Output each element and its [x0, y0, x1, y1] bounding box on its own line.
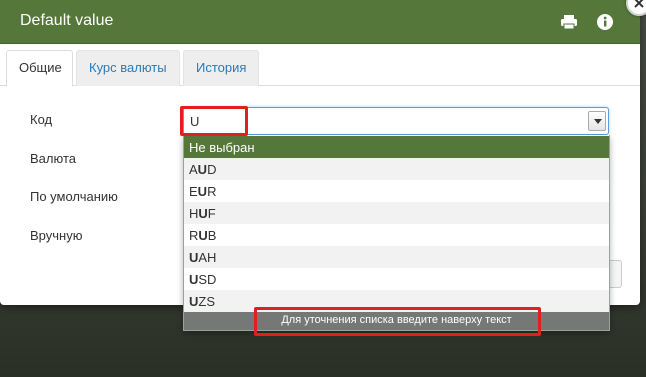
option-match: U [189, 272, 199, 287]
option-huf[interactable]: HUF [184, 202, 609, 224]
currency-label: Валюта [30, 151, 76, 166]
option-eur[interactable]: EUR [184, 180, 609, 202]
option-match: U [198, 206, 208, 221]
default-label: По умолчанию [30, 189, 118, 204]
tab-bar: Общие Курс валюты История [0, 44, 640, 87]
option-match: U [189, 294, 199, 309]
option-post: R [207, 184, 217, 199]
tab-general[interactable]: Общие [6, 50, 73, 87]
option-usd[interactable]: USD [184, 268, 609, 290]
option-aud[interactable]: AUD [184, 158, 609, 180]
option-not-selected[interactable]: Не выбран [184, 136, 609, 158]
option-text: Не выбран [189, 140, 255, 155]
dialog-header: Default value [0, 0, 640, 44]
option-pre: A [189, 162, 198, 177]
option-uah[interactable]: UAH [184, 246, 609, 268]
code-dropdown-list: Не выбран AUD EUR HUF RUB UAH USD UZS Дл… [183, 135, 610, 331]
option-post: F [207, 206, 216, 221]
chevron-down-icon[interactable] [588, 111, 606, 131]
dialog-title: Default value [20, 12, 114, 29]
option-pre: H [189, 206, 199, 221]
tab-history[interactable]: История [183, 50, 259, 86]
highlight-box-hint [254, 307, 541, 336]
option-post: ZS [198, 294, 216, 309]
option-match: U [197, 162, 208, 177]
option-post: SD [198, 272, 217, 287]
option-rub[interactable]: RUB [184, 224, 609, 246]
tab-exchange-rate[interactable]: Курс валюты [76, 50, 180, 86]
option-match: U [197, 184, 208, 199]
print-icon[interactable] [560, 13, 578, 31]
option-match: U [198, 228, 208, 243]
option-post: B [207, 228, 217, 243]
option-pre: R [189, 228, 199, 243]
option-pre: E [189, 184, 198, 199]
highlight-box-input [180, 106, 248, 136]
manual-label: Вручную [30, 228, 83, 243]
option-match: U [189, 250, 199, 265]
option-post: AH [198, 250, 217, 265]
code-label: Код [30, 112, 53, 127]
option-post: D [207, 162, 217, 177]
info-icon[interactable] [596, 13, 614, 31]
